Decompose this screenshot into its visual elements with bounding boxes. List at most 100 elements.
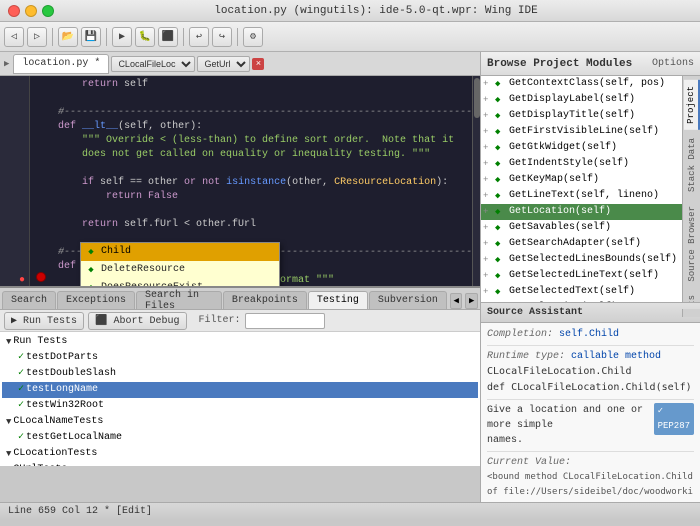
code-content[interactable]: return self #---------------------------…: [30, 76, 472, 286]
tab-close-button[interactable]: ×: [252, 58, 264, 70]
module-item-label: GetLineText(self, lineno): [509, 188, 659, 204]
toolbar-btn-step2[interactable]: ↪: [212, 27, 232, 47]
tab-exceptions[interactable]: Exceptions: [57, 291, 135, 309]
module-item-label: GetKeyMap(self): [509, 172, 599, 188]
method-icon: ◆: [495, 124, 507, 140]
code-line: def __lt__(self, other):: [34, 120, 468, 134]
editor-split: ● return self #-------------------------…: [0, 76, 480, 502]
toolbar-btn-settings[interactable]: ⚙: [243, 27, 263, 47]
test-item-label: CUrlTests: [13, 462, 67, 466]
module-item-getfirstvisibleline[interactable]: + ◆ GetFirstVisibleLine(self): [481, 124, 682, 140]
file-tab-label: location.py *: [22, 58, 100, 69]
tab-testing[interactable]: Testing: [308, 291, 368, 309]
expand-icon: ▼: [6, 462, 11, 466]
module-item-getgtkwidget[interactable]: + ◆ GetGtkWidget(self): [481, 140, 682, 156]
toolbar-btn-open[interactable]: 📂: [58, 27, 78, 47]
test-item-clocation[interactable]: ▼ CLocationTests: [2, 446, 478, 462]
module-item-getlinetext[interactable]: + ◆ GetLineText(self, lineno): [481, 188, 682, 204]
minimize-button[interactable]: [25, 5, 37, 17]
toolbar-btn-2[interactable]: ▷: [27, 27, 47, 47]
completion-row: Completion: self.Child: [487, 327, 694, 342]
sidebar-title: Browse Project Modules: [487, 58, 632, 70]
module-item-getselectedtext[interactable]: + ◆ GetSelectedText(self): [481, 284, 682, 300]
gutter-line: [0, 260, 29, 274]
module-item-getselectedlinesbounds[interactable]: + ◆ GetSelectedLinesBounds(self): [481, 252, 682, 268]
expand-icon: +: [483, 220, 493, 236]
gutter-line: [0, 176, 29, 190]
breadcrumb-arrow[interactable]: ▶: [4, 59, 9, 69]
test-item-doubleslash[interactable]: ✓ testDoubleSlash: [2, 366, 478, 382]
status-position: Line 659 Col 12 * [Edit]: [8, 506, 152, 517]
toolbar-btn-debug[interactable]: 🐛: [135, 27, 155, 47]
ac-item-doesresourceexist[interactable]: ◆ DoesResourceExist: [81, 279, 279, 286]
file-tab-location[interactable]: location.py *: [13, 54, 109, 74]
sidebar-options-button[interactable]: Options: [652, 58, 694, 69]
runtime-row: Runtime type: callable method: [487, 349, 694, 364]
test-item-longname[interactable]: ✓ testLongName: [2, 382, 478, 398]
run-tests-button[interactable]: ▶ Run Tests: [4, 312, 84, 330]
editor-scrollbar[interactable]: [472, 76, 480, 286]
module-item-label: GetSelectedText(self): [509, 284, 635, 300]
filter-input[interactable]: [245, 313, 325, 329]
vtab-project[interactable]: Project: [684, 80, 700, 130]
test-item-dotparts[interactable]: ✓ testDotParts: [2, 350, 478, 366]
module-list[interactable]: + ◆ GetContextClass(self, pos) + ◆ GetDi…: [481, 76, 682, 302]
toolbar-btn-save[interactable]: 💾: [81, 27, 101, 47]
ac-item-deleteresource[interactable]: ◆ DeleteResource: [81, 261, 279, 279]
gutter-line-error: ●: [0, 274, 29, 286]
module-item-getdisplaytitle[interactable]: + ◆ GetDisplayTitle(self): [481, 108, 682, 124]
window-controls[interactable]: [8, 5, 54, 17]
module-item-getdisplaylabel[interactable]: + ◆ GetDisplayLabel(self): [481, 92, 682, 108]
sa-vtab: [682, 309, 700, 317]
method-icon: ◆: [495, 284, 507, 300]
test-item-run-tests[interactable]: ▼ Run Tests: [2, 334, 478, 350]
toolbar-btn-1[interactable]: ◁: [4, 27, 24, 47]
tab-search[interactable]: Search: [2, 291, 56, 309]
vtab-stack-data[interactable]: Stack Data: [685, 132, 699, 198]
ac-icon-method: ◆: [85, 264, 97, 276]
method-icon: ◆: [495, 204, 507, 220]
current-label: Current Value:: [487, 457, 571, 468]
sa-divider: [487, 345, 694, 346]
tab-breakpoints[interactable]: Breakpoints: [223, 291, 307, 309]
toolbar-btn-run[interactable]: ▶: [112, 27, 132, 47]
module-item-label: GetSelectedLinesBounds(self): [509, 252, 677, 268]
gutter-line: [0, 232, 29, 246]
toolbar-btn-step[interactable]: ↩: [189, 27, 209, 47]
tab-scroll-left[interactable]: ◀: [450, 293, 463, 309]
tab-subversion[interactable]: Subversion: [369, 291, 447, 309]
tab-scroll-right[interactable]: ▶: [465, 293, 478, 309]
ac-item-child[interactable]: ◆ Child: [81, 243, 279, 261]
toolbar-btn-stop[interactable]: ⬛: [158, 27, 178, 47]
module-item-getsearchadapter[interactable]: + ◆ GetSearchAdapter(self): [481, 236, 682, 252]
close-button[interactable]: [8, 5, 20, 17]
gutter-line: [0, 148, 29, 162]
description-text: Give a location and one or more simplena…: [487, 403, 654, 448]
code-editor[interactable]: ● return self #-------------------------…: [0, 76, 480, 286]
module-item-getindentstyle[interactable]: + ◆ GetIndentStyle(self): [481, 156, 682, 172]
current-value-text: <bound method CLocalFileLocation.Child o…: [487, 472, 693, 502]
maximize-button[interactable]: [42, 5, 54, 17]
module-item-getsavables[interactable]: + ◆ GetSavables(self): [481, 220, 682, 236]
module-item-getlocation[interactable]: + ◆ GetLocation(self): [481, 204, 682, 220]
test-item-localname[interactable]: ▼ CLocalNameTests: [2, 414, 478, 430]
test-item-win32root[interactable]: ✓ testWin32Root: [2, 398, 478, 414]
code-line: [34, 204, 468, 218]
vtab-snippets[interactable]: Snippets: [685, 289, 699, 302]
abort-debug-button[interactable]: ⬛ Abort Debug: [88, 312, 186, 330]
class-selector[interactable]: CLocalFileLoc: [111, 56, 195, 72]
method-selector[interactable]: GetUrl: [197, 56, 250, 72]
module-item-getselectedlinetext[interactable]: + ◆ GetSelectedLineText(self): [481, 268, 682, 284]
expand-icon: +: [483, 76, 493, 92]
test-item-getlocalname[interactable]: ✓ testGetLocalName: [2, 430, 478, 446]
method-icon: ◆: [495, 156, 507, 172]
sidebar-body: + ◆ GetContextClass(self, pos) + ◆ GetDi…: [481, 76, 700, 302]
test-tree[interactable]: ▼ Run Tests ✓ testDotParts ✓ testDoubleS…: [0, 332, 480, 466]
expand-icon: +: [483, 124, 493, 140]
module-item-getkeymap[interactable]: + ◆ GetKeyMap(self): [481, 172, 682, 188]
module-item-getcontextclass[interactable]: + ◆ GetContextClass(self, pos): [481, 76, 682, 92]
tab-search-in-files[interactable]: Search in Files: [136, 291, 222, 309]
vtab-source-browser[interactable]: Source Browser: [685, 200, 699, 288]
autocomplete-dropdown[interactable]: ◆ Child ◆ DeleteResource ◆ DoesResourceE…: [80, 242, 280, 286]
test-item-curl[interactable]: ▼ CUrlTests: [2, 462, 478, 466]
